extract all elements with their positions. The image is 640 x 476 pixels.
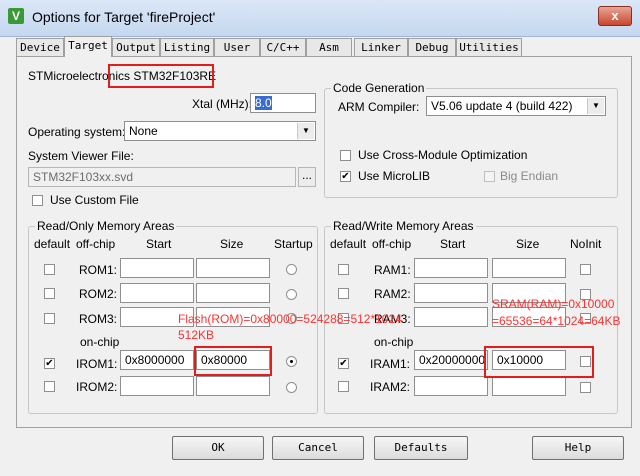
ram-onchip-label: on-chip (374, 335, 414, 349)
use-custom-file-checkbox[interactable] (32, 195, 43, 206)
ram2-default-checkbox[interactable] (338, 288, 349, 299)
rom1-start-input[interactable] (120, 258, 194, 278)
ok-button[interactable]: OK (172, 436, 264, 460)
ram-header-default: default (330, 237, 367, 251)
ram2-label: RAM2: (374, 287, 411, 301)
cross-module-checkbox[interactable] (340, 150, 351, 161)
irom1-label: IROM1: (76, 357, 118, 371)
flash-annotation-line2: 512KB (178, 328, 215, 342)
help-button[interactable]: Help (532, 436, 624, 460)
svd-label: System Viewer File: (28, 149, 134, 163)
big-endian-label: Big Endian (500, 169, 559, 183)
use-custom-file-label: Use Custom File (50, 193, 139, 207)
rom-group-title: Read/Only Memory Areas (35, 219, 177, 233)
irom2-label: IROM2: (76, 380, 118, 394)
iram2-noinit-checkbox[interactable] (580, 382, 591, 393)
iram1-size-highlight-box (484, 346, 594, 378)
tab-debug[interactable]: Debug (408, 38, 456, 56)
tab-linker[interactable]: Linker (354, 38, 408, 56)
iram1-default-checkbox[interactable]: ✔ (338, 358, 349, 369)
ram-header-noinit: NoInit (570, 237, 602, 251)
rom2-startup-radio[interactable] (286, 289, 297, 300)
os-value: None (129, 124, 158, 138)
tab-cpp[interactable]: C/C++ (260, 38, 306, 56)
arm-compiler-value: V5.06 update 4 (build 422) (431, 99, 573, 113)
microlib-label: Use MicroLIB (358, 169, 431, 183)
ram2-start-input[interactable] (414, 283, 488, 303)
rom-header-size: Size (220, 237, 244, 251)
rom2-start-input[interactable] (120, 283, 194, 303)
rom2-size-input[interactable] (196, 283, 270, 303)
tab-device[interactable]: Device (16, 38, 64, 56)
ram-header-start: Start (440, 237, 466, 251)
tab-asm[interactable]: Asm (306, 38, 352, 56)
svd-input[interactable]: STM32F103xx.svd (28, 167, 296, 187)
irom2-start-input[interactable] (120, 376, 194, 396)
defaults-button[interactable]: Defaults (374, 436, 468, 460)
ram1-noinit-checkbox[interactable] (580, 264, 591, 275)
tab-output[interactable]: Output (112, 38, 160, 56)
device-highlight-box (108, 64, 214, 88)
rom2-default-checkbox[interactable] (44, 288, 55, 299)
irom1-startup-radio[interactable] (286, 356, 297, 367)
ram-header-offchip: off-chip (372, 237, 412, 251)
rom1-label: ROM1: (79, 263, 118, 277)
iram2-size-input[interactable] (492, 376, 566, 396)
ram1-label: RAM1: (374, 263, 411, 277)
iram1-label: IRAM1: (370, 357, 411, 371)
cross-module-label: Use Cross-Module Optimization (358, 148, 528, 162)
ram-group-title: Read/Write Memory Areas (331, 219, 476, 233)
rom-onchip-label: on-chip (80, 335, 120, 349)
rom-header-start: Start (146, 237, 172, 251)
irom1-start-input[interactable]: 0x8000000 (120, 350, 194, 370)
os-select[interactable]: None ▼ (124, 121, 316, 141)
os-label: Operating system: (28, 125, 126, 139)
iram2-label: IRAM2: (370, 380, 411, 394)
rom2-label: ROM2: (79, 287, 118, 301)
tab-target[interactable]: Target (64, 36, 112, 57)
irom1-default-checkbox[interactable]: ✔ (44, 358, 55, 369)
rom1-startup-radio[interactable] (286, 264, 297, 275)
big-endian-checkbox[interactable] (484, 171, 495, 182)
xtal-value: 8.0 (255, 96, 272, 110)
ram1-start-input[interactable] (414, 258, 488, 278)
ram1-size-input[interactable] (492, 258, 566, 278)
close-button[interactable]: x (598, 6, 632, 26)
iram2-default-checkbox[interactable] (338, 381, 349, 392)
rom1-default-checkbox[interactable] (44, 264, 55, 275)
rom-header-default: default (34, 237, 71, 251)
rom-header-startup: Startup (274, 237, 313, 251)
rom1-size-input[interactable] (196, 258, 270, 278)
sram-annotation-line2: =65536=64*1024=64KB (492, 314, 621, 328)
ram-header-size: Size (516, 237, 540, 251)
irom2-size-input[interactable] (196, 376, 270, 396)
irom2-startup-radio[interactable] (286, 382, 297, 393)
sram-annotation-line1: SRAM(RAM)=0x10000 (492, 297, 615, 311)
chevron-down-icon: ▼ (587, 98, 604, 114)
iram1-start-input[interactable]: 0x20000000 (414, 350, 488, 370)
tab-user[interactable]: User (214, 38, 260, 56)
xtal-input[interactable]: 8.0 (250, 93, 316, 113)
tab-listing[interactable]: Listing (160, 38, 214, 56)
code-generation-title: Code Generation (331, 81, 427, 95)
chevron-down-icon: ▼ (297, 123, 314, 139)
tab-utilities[interactable]: Utilities (456, 38, 522, 56)
rom3-label: ROM3: (79, 312, 118, 326)
ram3-start-input[interactable] (414, 307, 488, 327)
keil-icon: V (8, 8, 24, 24)
flash-annotation-line1: Flash(ROM)=0x80000=524288=512*1024 (178, 312, 402, 326)
window-title: Options for Target 'fireProject' (32, 9, 216, 25)
arm-compiler-select[interactable]: V5.06 update 4 (build 422) ▼ (426, 96, 606, 116)
rom3-default-checkbox[interactable] (44, 313, 55, 324)
arm-compiler-label: ARM Compiler: (338, 100, 420, 114)
svd-browse-button[interactable]: ... (298, 167, 316, 187)
cancel-button[interactable]: Cancel (272, 436, 364, 460)
irom1-size-highlight-box (194, 346, 272, 376)
rom-header-offchip: off-chip (76, 237, 116, 251)
xtal-label: Xtal (MHz): (192, 97, 252, 111)
ram1-default-checkbox[interactable] (338, 264, 349, 275)
microlib-checkbox[interactable]: ✔ (340, 171, 351, 182)
iram2-start-input[interactable] (414, 376, 488, 396)
irom2-default-checkbox[interactable] (44, 381, 55, 392)
